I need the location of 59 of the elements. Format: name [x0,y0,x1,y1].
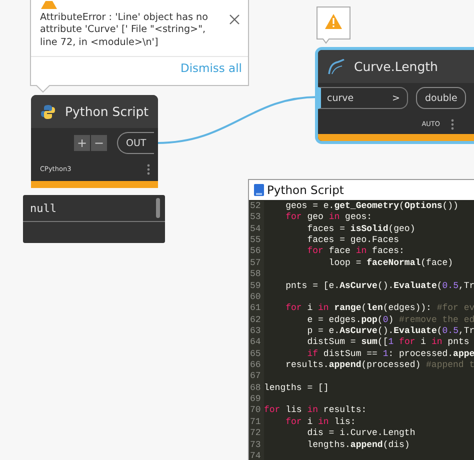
code-line: p = e.AsCurve().Evaluate(0.5,Tr [306,326,474,338]
line-number: 67 [249,371,264,383]
warning-bubble[interactable] [316,6,351,44]
code-line: pnts = [e.AsCurve().Evaluate(0.5,Tr [284,280,474,292]
line-number: 55 [249,235,264,246]
add-input-button[interactable]: + [74,135,90,151]
code-line: for face in faces: [306,246,404,258]
code-line: for i in range(len(edges)): #for ev [284,303,474,315]
line-number: 62 [249,314,264,326]
window-title: Python Script [267,183,344,197]
code-line: distSum = sum([1 for i in pnts [306,337,470,349]
line-number: 63 [249,326,264,338]
error-message: AttributeError : 'Line' object has no attribute 'Curve' [' File "<string>", line 72, in <module>\n'] [40,12,209,50]
app-icon [254,184,264,196]
code-line: if distSum == 1: processed.appe [306,348,474,360]
code-line: results.append(processed) #append t [284,360,474,372]
line-number: 58 [249,269,264,281]
line-number: 70 [249,405,264,417]
warning-icon [41,1,57,9]
code-line: for geo in geos: [284,212,372,224]
line-number: 66 [249,360,264,372]
line-number: 71 [249,416,264,428]
input-port[interactable]: curve > [318,87,408,109]
output-port[interactable]: double [416,87,466,109]
code-line: lengths = [] [264,382,329,394]
curve-icon [327,58,345,74]
python-icon [40,104,56,120]
line-number: 53 [249,212,264,224]
node-title: Python Script [65,104,149,119]
close-icon[interactable] [229,14,240,25]
line-number: 65 [249,348,264,360]
code-line: geos = e.get_Geometry(Options()) [284,201,458,212]
code-line: loop = faceNormal(face) [328,258,454,270]
scrollbar[interactable] [156,198,160,218]
output-port[interactable]: OUT [117,132,154,154]
code-line: lengths.append(dis) [306,440,410,451]
code-line: faces = isSolid(geo) [306,224,416,236]
more-options-icon[interactable] [451,118,454,130]
line-number: 68 [249,382,264,394]
code-line: dis = i.Curve.Length [306,428,416,440]
code-line: for i in lis: [284,416,356,428]
line-number: 64 [249,337,264,349]
line-number: 61 [249,303,264,315]
code-line: faces = geo.Faces [306,235,400,246]
line-number: 54 [249,224,264,236]
line-number: 73 [249,440,264,451]
line-number: 52 [249,201,264,212]
node-title: Curve.Length [354,59,438,74]
remove-input-button[interactable]: − [91,135,107,151]
line-number: 59 [249,280,264,292]
line-number: 57 [249,258,264,270]
code-line: for lis in results: [264,405,367,417]
line-number: 60 [249,292,264,304]
line-number: 72 [249,428,264,440]
more-options-icon[interactable] [147,164,150,174]
preview-value: null [30,202,56,214]
line-number: 56 [249,246,264,258]
code-line: e = edges.pop(0) #remove the ed [306,314,474,326]
line-number: 69 [249,394,264,406]
